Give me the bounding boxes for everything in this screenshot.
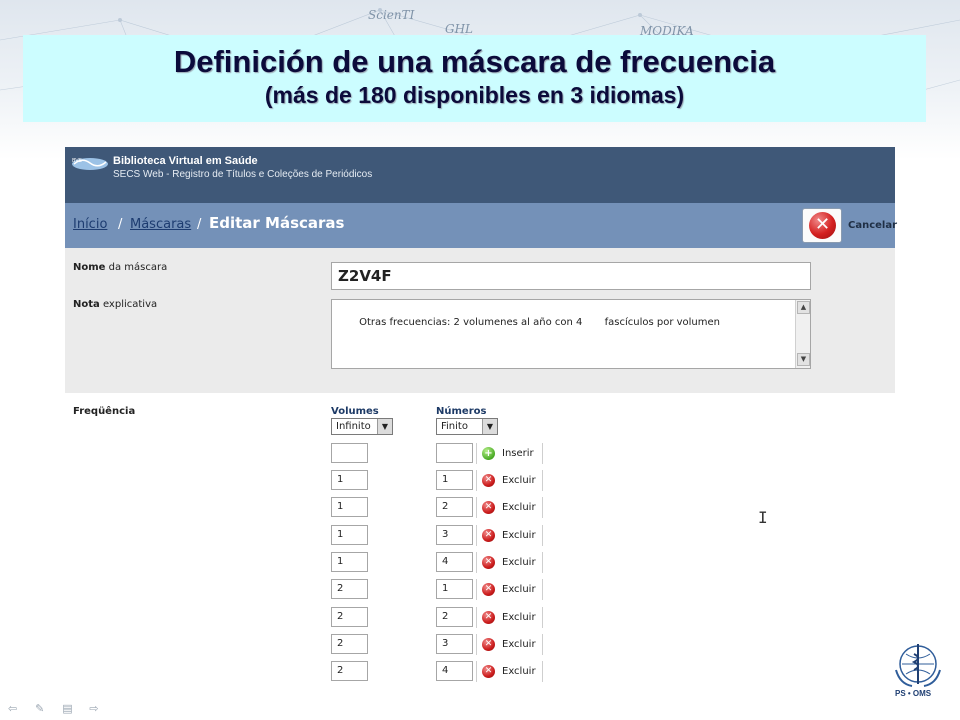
note-text: Otras frecuencias: 2 volumenes al año co… — [359, 317, 721, 328]
mask-name-input[interactable]: Z2V4F — [331, 262, 811, 290]
back-arrow-icon[interactable]: ⇦ — [8, 702, 24, 715]
new-volume-input[interactable] — [331, 443, 368, 463]
delete-icon: ✕ — [482, 638, 495, 651]
volume-cell[interactable]: 1 — [331, 497, 368, 517]
delete-label: Excluir — [502, 557, 536, 568]
number-cell[interactable]: 3 — [436, 634, 473, 654]
number-cell[interactable]: 3 — [436, 525, 473, 545]
plus-icon: + — [482, 447, 495, 460]
delete-label: Excluir — [502, 530, 536, 541]
who-label: PS • OMS — [895, 689, 932, 698]
numbers-select[interactable]: Finito ▼ — [436, 418, 498, 435]
scroll-up-icon[interactable]: ▲ — [797, 301, 810, 314]
note-label: Nota explicativa — [73, 299, 158, 310]
new-number-input[interactable] — [436, 443, 473, 463]
app-header: BVS Biblioteca Virtual em Saúde SECS Web… — [65, 147, 895, 203]
delete-icon: ✕ — [482, 474, 495, 487]
list-icon[interactable]: ▤ — [62, 702, 78, 715]
volumes-header: Volumes — [331, 406, 379, 417]
number-cell[interactable]: 1 — [436, 579, 473, 599]
number-cell[interactable]: 1 — [436, 470, 473, 490]
volume-cell[interactable]: 2 — [331, 634, 368, 654]
number-cell[interactable]: 2 — [436, 607, 473, 627]
svg-text:BVS: BVS — [72, 158, 82, 164]
insert-button[interactable]: + Inserir — [476, 443, 543, 464]
app-title: Biblioteca Virtual em Saúde — [113, 155, 258, 167]
note-textarea[interactable]: Otras frecuencias: 2 volumenes al año co… — [331, 299, 811, 369]
close-icon: ✕ — [809, 212, 836, 239]
slide-nav: ⇦ ✎ ▤ ⇨ — [8, 697, 111, 716]
delete-icon: ✕ — [482, 529, 495, 542]
number-cell[interactable]: 2 — [436, 497, 473, 517]
delete-label: Excluir — [502, 612, 536, 623]
note-scrollbar[interactable]: ▲ ▼ — [795, 300, 810, 368]
breadcrumb-masks-link[interactable]: Máscaras — [130, 217, 191, 232]
delete-button[interactable]: ✕ Excluir — [476, 607, 543, 628]
chevron-down-icon[interactable]: ▼ — [377, 419, 392, 434]
volume-cell[interactable]: 2 — [331, 607, 368, 627]
delete-label: Excluir — [502, 639, 536, 650]
delete-icon: ✕ — [482, 556, 495, 569]
delete-label: Excluir — [502, 502, 536, 513]
numbers-select-value: Finito — [441, 421, 468, 432]
volume-cell[interactable]: 1 — [331, 470, 368, 490]
volume-cell[interactable]: 1 — [331, 552, 368, 572]
background-word: GHL — [445, 22, 474, 36]
slide-subtitle: (más de 180 disponibles en 3 idiomas) — [264, 82, 685, 108]
number-cell[interactable]: 4 — [436, 661, 473, 681]
delete-button[interactable]: ✕ Excluir — [476, 470, 543, 491]
mask-form: Nome da máscara Z2V4F Nota explicativa O… — [65, 248, 895, 393]
mask-name-label: Nome da máscara — [73, 262, 168, 273]
delete-icon: ✕ — [482, 611, 495, 624]
background-word: ScienTI — [368, 8, 415, 22]
delete-label: Excluir — [502, 475, 536, 486]
numbers-header: Números — [436, 406, 487, 417]
delete-button[interactable]: ✕ Excluir — [476, 497, 543, 518]
delete-icon: ✕ — [482, 583, 495, 596]
delete-button[interactable]: ✕ Excluir — [476, 552, 543, 573]
scroll-down-icon[interactable]: ▼ — [797, 353, 810, 366]
delete-button[interactable]: ✕ Excluir — [476, 661, 543, 682]
who-emblem-icon — [895, 644, 941, 687]
app-screenshot: BVS Biblioteca Virtual em Saúde SECS Web… — [65, 147, 897, 692]
text-cursor-icon: I — [758, 508, 768, 527]
slide-title-box: Definición de una máscara de frecuencia … — [23, 35, 926, 122]
pen-icon[interactable]: ✎ — [35, 702, 51, 715]
breadcrumb-separator: / — [197, 217, 202, 232]
volume-cell[interactable]: 2 — [331, 579, 368, 599]
delete-button[interactable]: ✕ Excluir — [476, 525, 543, 546]
delete-button[interactable]: ✕ Excluir — [476, 634, 543, 655]
bvs-logo-icon: BVS — [72, 158, 108, 170]
delete-label: Excluir — [502, 584, 536, 595]
breadcrumb-current: Editar Máscaras — [209, 214, 345, 232]
volume-cell[interactable]: 2 — [331, 661, 368, 681]
frequency-label: Freqüência — [73, 406, 136, 417]
volume-cell[interactable]: 1 — [331, 525, 368, 545]
delete-icon: ✕ — [482, 665, 495, 678]
delete-icon: ✕ — [482, 501, 495, 514]
breadcrumb-separator: / — [118, 217, 123, 232]
cancel-button[interactable]: ✕ — [802, 208, 842, 243]
forward-arrow-icon[interactable]: ⇨ — [89, 702, 105, 715]
breadcrumb-home-link[interactable]: Início — [73, 217, 107, 232]
volumes-select[interactable]: Infinito ▼ — [331, 418, 393, 435]
delete-button[interactable]: ✕ Excluir — [476, 579, 543, 600]
app-subtitle: SECS Web - Registro de Títulos e Coleçõe… — [113, 169, 373, 180]
delete-label: Excluir — [502, 666, 536, 677]
number-cell[interactable]: 4 — [436, 552, 473, 572]
chevron-down-icon[interactable]: ▼ — [482, 419, 497, 434]
slide-title: Definición de una máscara de frecuencia — [173, 44, 776, 79]
breadcrumb: Início / Máscaras / Editar Máscaras ✕ Ca… — [65, 203, 897, 248]
volumes-select-value: Infinito — [336, 421, 371, 432]
cancel-label[interactable]: Cancelar — [848, 220, 897, 231]
